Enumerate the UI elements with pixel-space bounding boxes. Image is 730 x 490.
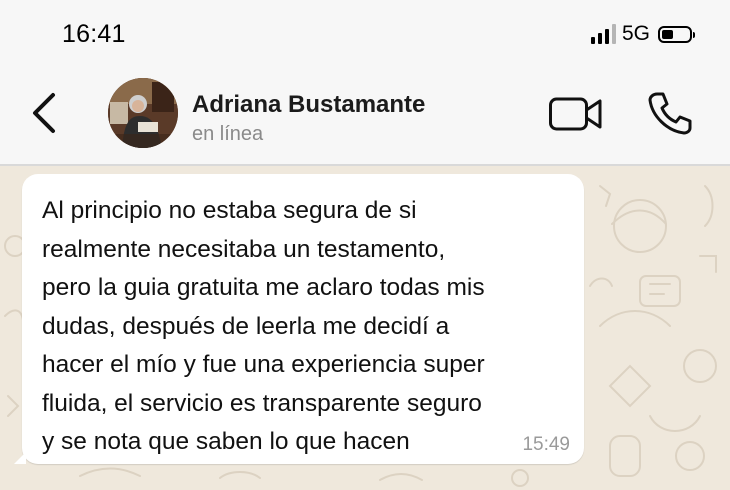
message-text: Al principio no estaba segura de si real… [42, 197, 485, 455]
chevron-left-icon [33, 93, 55, 133]
video-call-button[interactable] [548, 94, 604, 134]
status-bar: 16:41 5G [0, 0, 730, 66]
phone-icon [648, 92, 692, 135]
back-button[interactable] [22, 88, 66, 138]
message-bubble[interactable]: Al principio no estaba segura de si real… [14, 174, 584, 464]
status-time: 16:41 [62, 20, 126, 48]
contact-status: en línea [192, 123, 264, 145]
chat-area[interactable]: Al principio no estaba segura de si real… [0, 166, 730, 490]
video-camera-icon [549, 97, 602, 131]
voice-call-button[interactable] [646, 90, 694, 136]
network-type: 5G [621, 22, 650, 45]
avatar[interactable] [108, 78, 178, 148]
battery-icon [658, 25, 695, 43]
bubble-tail [14, 452, 26, 464]
avatar-photo-icon [108, 78, 178, 148]
contact-name[interactable]: Adriana Bustamante [192, 91, 425, 119]
status-indicators: 5G [590, 22, 695, 46]
message-timestamp: 15:49 [522, 434, 570, 455]
signal-icon [590, 24, 616, 44]
chat-header: Adriana Bustamante en línea [0, 66, 730, 166]
